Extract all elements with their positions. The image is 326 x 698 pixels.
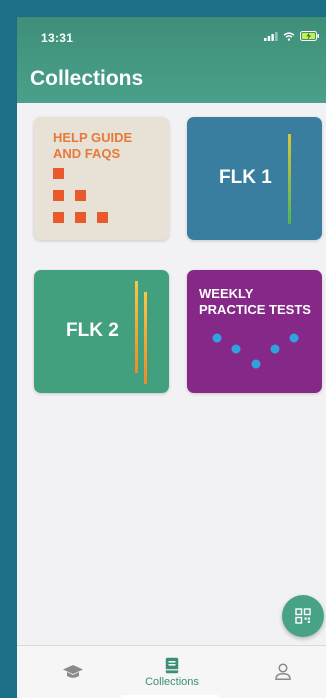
bar-chart-graphic	[53, 168, 108, 223]
collection-card-help-guide[interactable]: HELP GUIDE AND FAQS	[34, 117, 169, 240]
collection-card-flk-1[interactable]: FLK 1	[187, 117, 322, 240]
phone-screen: 13:31 Collections HELP GUIDE AND FAQS FL…	[17, 17, 326, 698]
weekly-tests-title-line2: PRACTICE TESTS	[199, 302, 311, 317]
flk-2-stripe-right	[144, 292, 147, 384]
nav-item-profile[interactable]	[233, 646, 326, 698]
weekly-tests-title-line1: WEEKLY	[199, 286, 254, 301]
help-guide-title-line2: AND FAQS	[53, 146, 121, 161]
nav-label-collections: Collections	[145, 676, 199, 688]
flk-1-stripe	[288, 134, 291, 224]
dots-graphic	[212, 333, 299, 369]
qr-scan-button[interactable]	[282, 595, 324, 637]
collection-card-flk-2[interactable]: FLK 2	[34, 270, 169, 393]
status-time: 13:31	[41, 31, 74, 45]
user-icon	[275, 663, 291, 680]
nav-item-learn[interactable]	[23, 646, 123, 698]
collection-card-weekly-practice-tests[interactable]: WEEKLY PRACTICE TESTS	[187, 270, 322, 393]
graduation-cap-icon	[63, 665, 83, 678]
status-icons	[264, 31, 320, 41]
book-icon	[165, 657, 179, 674]
qr-code-icon	[295, 608, 311, 624]
battery-charging-icon	[300, 31, 319, 41]
help-guide-title-line1: HELP GUIDE	[53, 130, 133, 145]
flk-2-title: FLK 2	[66, 320, 119, 341]
page-title: Collections	[30, 67, 144, 90]
flk-2-stripe-left	[135, 281, 138, 373]
wifi-icon	[283, 31, 295, 41]
app-header: 13:31 Collections	[17, 17, 326, 103]
signal-icon	[264, 31, 278, 41]
bottom-nav: Collections	[17, 645, 326, 698]
nav-item-collections[interactable]: Collections	[122, 646, 222, 698]
flk-1-title: FLK 1	[219, 167, 272, 188]
